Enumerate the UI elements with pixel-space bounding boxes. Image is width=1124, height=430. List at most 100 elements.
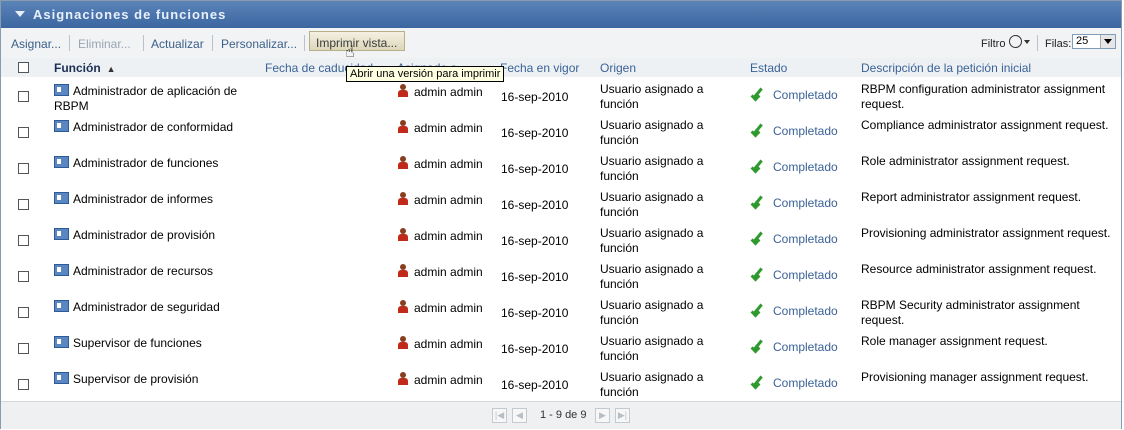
panel-title-bar[interactable]: Asignaciones de funciones [1,1,1121,28]
role-name: Supervisor de provisión [73,372,199,386]
user-icon [398,336,408,349]
row-checkbox[interactable] [18,127,29,138]
delete-button[interactable]: Eliminar... [78,37,131,51]
row-checkbox[interactable] [18,271,29,282]
assigned-to-cell: admin admin [398,120,488,136]
select-all-checkbox[interactable] [18,62,29,73]
table-row[interactable]: Administrador de funciones admin admin 1… [1,149,1121,186]
column-header-role[interactable]: Función ▲ [54,61,116,75]
table-row[interactable]: Supervisor de provisión admin admin 16-s… [1,365,1121,402]
first-page-icon[interactable]: |◀ [492,408,507,423]
table-row[interactable]: Administrador de seguridad admin admin 1… [1,293,1121,330]
previous-page-icon[interactable]: ◀ [512,408,527,423]
column-header-description[interactable]: Descripción de la petición inicial [861,61,1031,75]
chevron-down-icon[interactable] [1100,35,1115,48]
role-name: Supervisor de funciones [73,336,202,350]
origin-cell: Usuario asignado a función [600,370,704,399]
table-header: Función▲ Fecha de caducidad Asignado a F… [1,58,1121,78]
user-icon [398,120,408,133]
role-cell[interactable]: Administrador de conformidad [54,120,254,135]
assign-button[interactable]: Asignar... [11,37,61,51]
role-cell[interactable]: Supervisor de provisión [54,372,254,387]
origin-cell: Usuario asignado a función [600,298,704,327]
filter-dropdown-arrow-icon[interactable] [1024,40,1030,44]
assigned-to-cell: admin admin [398,300,488,316]
assigned-to-name: admin admin [414,229,483,243]
effective-date-cell: 16-sep-2010 [501,306,569,320]
checkmark-icon [751,196,765,208]
toolbar-separator [69,35,70,51]
user-icon [398,372,408,385]
status-link[interactable]: Completado [773,88,838,102]
assigned-to-name: admin admin [414,337,483,351]
panel-title: Asignaciones de funciones [33,7,227,22]
column-header-status[interactable]: Estado [750,61,787,75]
row-checkbox[interactable] [18,343,29,354]
status-link[interactable]: Completado [773,340,838,354]
toolbar: Asignar... Eliminar... Actualizar Person… [1,28,1121,59]
print-view-button[interactable]: Imprimir vista... [309,31,405,51]
role-cell[interactable]: Administrador de funciones [54,156,254,171]
role-cell[interactable]: Administrador de aplicación de RBPM [54,84,254,114]
row-checkbox[interactable] [18,379,29,390]
row-checkbox[interactable] [18,91,29,102]
sort-ascending-icon: ▲ [106,64,116,74]
checkmark-icon [751,160,765,172]
refresh-button[interactable]: Actualizar [151,37,204,51]
role-name: Administrador de aplicación de RBPM [54,84,238,113]
status-link[interactable]: Completado [773,376,838,390]
origin-cell: Usuario asignado a función [600,118,704,147]
table-row[interactable]: Administrador de aplicación de RBPM admi… [1,77,1121,114]
filter-icon[interactable] [1009,35,1022,48]
status-link[interactable]: Completado [773,160,838,174]
role-cell[interactable]: Administrador de provisión [54,228,254,243]
row-checkbox[interactable] [18,199,29,210]
status-cell: Completado [751,268,838,283]
status-link[interactable]: Completado [773,232,838,246]
origin-cell: Usuario asignado a función [600,226,704,255]
column-header-effective-date[interactable]: Fecha en vigor [500,61,579,75]
column-header-origin[interactable]: Origen [600,61,636,75]
role-cell[interactable]: Supervisor de funciones [54,336,254,351]
assigned-to-name: admin admin [414,157,483,171]
checkmark-icon [751,88,765,100]
status-cell: Completado [751,304,838,319]
role-name: Administrador de provisión [73,228,216,242]
hand-cursor-icon: ☝ [345,44,355,61]
row-checkbox[interactable] [18,235,29,246]
role-cell[interactable]: Administrador de informes [54,192,254,207]
checkmark-icon [751,304,765,316]
table-row[interactable]: Administrador de conformidad admin admin… [1,113,1121,150]
table-row[interactable]: Administrador de informes admin admin 16… [1,185,1121,222]
rows-per-page-select[interactable]: 25 [1072,34,1116,49]
customize-button[interactable]: Personalizar... [221,37,297,51]
checkmark-icon [751,232,765,244]
effective-date-cell: 16-sep-2010 [501,198,569,212]
table-row[interactable]: Supervisor de funciones admin admin 16-s… [1,329,1121,366]
status-link[interactable]: Completado [773,196,838,210]
next-page-icon[interactable]: ▶ [595,408,610,423]
assigned-to-cell: admin admin [398,336,488,352]
status-link[interactable]: Completado [773,124,838,138]
last-page-icon[interactable]: ▶| [615,408,630,423]
status-link[interactable]: Completado [773,268,838,282]
assigned-to-name: admin admin [414,121,483,135]
assigned-to-name: admin admin [414,265,483,279]
row-checkbox[interactable] [18,307,29,318]
checkmark-icon [751,268,765,280]
role-cell[interactable]: Administrador de recursos [54,264,254,279]
description-cell: RBPM Security administrator assignment r… [861,298,1080,327]
checkmark-icon [751,376,765,388]
status-cell: Completado [751,232,838,247]
table-row[interactable]: Administrador de recursos admin admin 16… [1,257,1121,294]
role-cell[interactable]: Administrador de seguridad [54,300,254,315]
table-row[interactable]: Administrador de provisión admin admin 1… [1,221,1121,258]
status-cell: Completado [751,340,838,355]
row-checkbox[interactable] [18,163,29,174]
status-cell: Completado [751,160,838,175]
description-cell: Role administrator assignment request. [861,154,1070,168]
collapse-triangle-icon[interactable] [15,11,25,17]
origin-cell: Usuario asignado a función [600,334,704,363]
status-link[interactable]: Completado [773,304,838,318]
description-cell: Resource administrator assignment reques… [861,262,1097,276]
